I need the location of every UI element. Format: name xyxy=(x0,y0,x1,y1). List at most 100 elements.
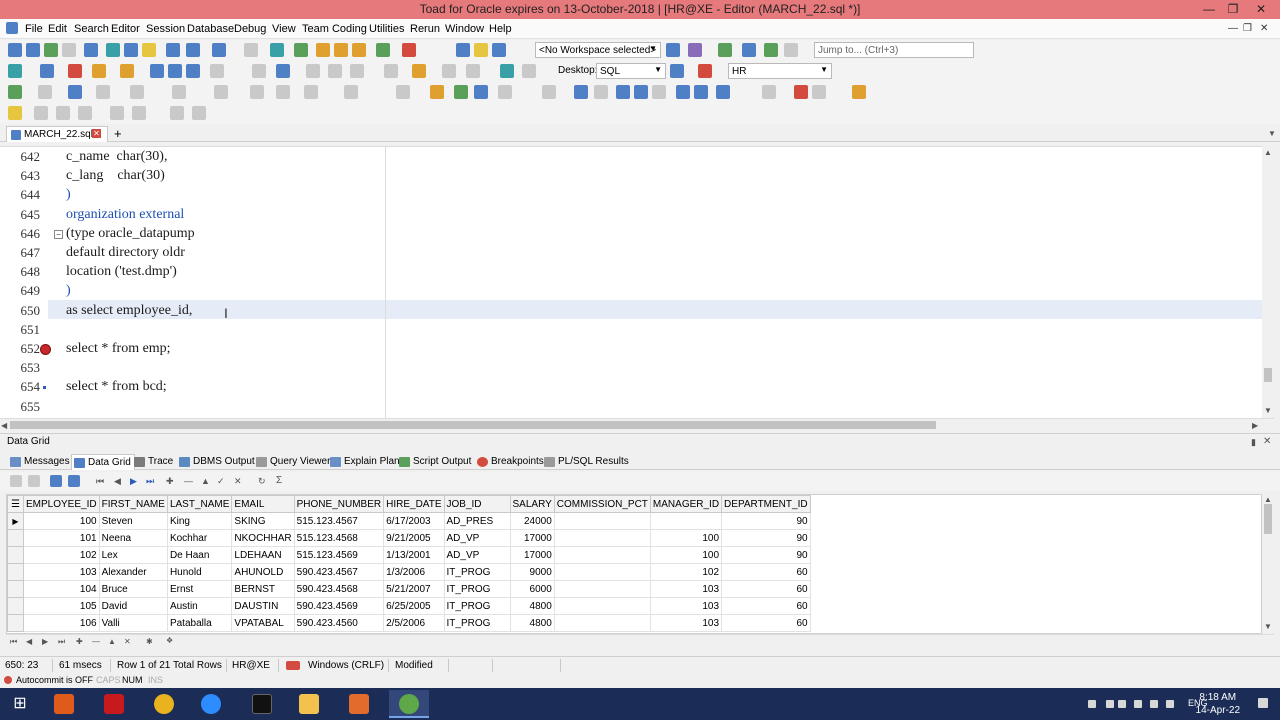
execute-script-icon[interactable] xyxy=(68,85,82,99)
menu-utilities[interactable]: Utilities xyxy=(369,23,404,35)
schema-browser-icon[interactable] xyxy=(26,43,40,57)
task-chrome[interactable] xyxy=(144,690,184,718)
report-icon[interactable] xyxy=(212,43,226,57)
cell[interactable] xyxy=(553,563,651,581)
tray-3-icon[interactable] xyxy=(1134,700,1142,708)
column-header[interactable]: SALARY xyxy=(509,495,555,513)
mdi-close-icon[interactable]: ✕ xyxy=(1260,23,1268,34)
task-explorer[interactable] xyxy=(289,690,329,718)
cell[interactable] xyxy=(553,546,651,564)
menu-team-coding[interactable]: Team Coding xyxy=(302,23,367,35)
minimize-icon[interactable]: — xyxy=(1197,0,1221,19)
task-xiaomi[interactable] xyxy=(44,690,84,718)
cell[interactable]: Hunold xyxy=(166,563,233,581)
editor-horizontal-scrollbar[interactable]: ◀ ▶ xyxy=(0,418,1274,431)
cell[interactable]: Ernst xyxy=(166,580,233,598)
debug-run-icon[interactable] xyxy=(130,85,144,99)
execute-step-icon[interactable] xyxy=(38,85,52,99)
menu-search[interactable]: Search xyxy=(74,23,109,35)
disabled-tool-5-icon[interactable] xyxy=(132,106,146,120)
cell[interactable]: 9/21/2005 xyxy=(383,529,445,547)
run-icon[interactable] xyxy=(294,43,308,57)
menu-file[interactable]: File xyxy=(25,23,43,35)
table-row[interactable]: ▶ 100 Steven King SKING 515.123.4567 6/1… xyxy=(7,512,811,530)
replace-icon[interactable] xyxy=(522,64,536,78)
lower-case-icon[interactable] xyxy=(634,85,648,99)
delete-record-icon[interactable]: — xyxy=(184,476,193,486)
tab-breakpoints[interactable]: Breakpoints xyxy=(475,454,547,470)
desktop-save-icon[interactable] xyxy=(670,64,684,78)
scroll-left-icon[interactable]: ◀ xyxy=(1,421,7,430)
list-icon[interactable] xyxy=(40,64,54,78)
save-as-icon[interactable] xyxy=(168,64,182,78)
nav-filter-icon[interactable]: ❖ xyxy=(166,636,173,645)
next-record-icon[interactable]: ▶ xyxy=(130,476,137,487)
column-header[interactable]: MANAGER_ID xyxy=(649,495,723,513)
last-record-icon[interactable]: ⏭ xyxy=(146,476,154,487)
workspace-icon[interactable] xyxy=(666,43,680,57)
cell[interactable]: IT_PROG xyxy=(443,563,511,581)
cell[interactable]: 60 xyxy=(721,580,811,598)
clock[interactable]: 8:18 AM 14-Apr-22 xyxy=(1196,691,1240,717)
grid-vertical-scrollbar[interactable]: ▲ ▼ xyxy=(1262,494,1274,634)
cell[interactable]: LDEHAAN xyxy=(231,546,295,564)
menu-edit[interactable]: Edit xyxy=(48,23,67,35)
print-preview-icon[interactable] xyxy=(210,64,224,78)
menu-database[interactable]: Database xyxy=(187,23,234,35)
grid-tool-1-icon[interactable] xyxy=(10,475,22,487)
task-acrobat[interactable] xyxy=(94,690,134,718)
autocommit-status[interactable]: Autocommit is OFF xyxy=(16,675,93,685)
cell[interactable]: 9000 xyxy=(509,563,555,581)
menu-view[interactable]: View xyxy=(272,23,296,35)
watch-icon[interactable] xyxy=(304,85,318,99)
new-editor-icon[interactable] xyxy=(8,43,22,57)
print-icon[interactable] xyxy=(252,64,266,78)
cell[interactable]: 590.423.4569 xyxy=(293,597,385,615)
tab-script-output[interactable]: Script Output xyxy=(397,454,474,470)
nav-next-icon[interactable]: ▶ xyxy=(42,637,48,646)
highlight-icon[interactable] xyxy=(412,64,426,78)
cancel-record-icon[interactable]: ✕ xyxy=(234,476,242,487)
uncomment-block-icon[interactable] xyxy=(694,85,708,99)
cell[interactable] xyxy=(649,512,723,530)
tab-trace[interactable]: Trace xyxy=(132,454,176,470)
desktop-select[interactable]: SQL ▼ xyxy=(596,63,666,79)
tray-chevron-icon[interactable] xyxy=(1088,700,1096,708)
disabled-tool-4-icon[interactable] xyxy=(110,106,124,120)
cell[interactable]: 590.423.4567 xyxy=(293,563,385,581)
disabled-tool-3-icon[interactable] xyxy=(78,106,92,120)
cell[interactable]: 17000 xyxy=(509,529,555,547)
format-code-icon[interactable] xyxy=(498,85,512,99)
menu-editor[interactable]: Editor xyxy=(111,23,140,35)
table-row[interactable]: 105 David Austin DAUSTIN 590.423.4569 6/… xyxy=(7,597,811,615)
bookmark-icon[interactable] xyxy=(430,85,444,99)
grid-tool-2-icon[interactable] xyxy=(28,475,40,487)
disabled-tool-7-icon[interactable] xyxy=(192,106,206,120)
cell[interactable]: 1/13/2001 xyxy=(383,546,445,564)
refresh-icon[interactable] xyxy=(270,43,284,57)
upper-case-icon[interactable] xyxy=(616,85,630,99)
jump-to-input[interactable]: Jump to... (Ctrl+3) xyxy=(814,42,974,58)
comment-icon[interactable] xyxy=(396,85,410,99)
play-macro-icon[interactable] xyxy=(812,85,826,99)
cell[interactable]: 590.423.4568 xyxy=(293,580,385,598)
cell[interactable]: Austin xyxy=(166,597,233,615)
cell[interactable]: AD_PRES xyxy=(443,512,511,530)
cell[interactable] xyxy=(553,614,651,632)
halt-icon[interactable] xyxy=(276,85,290,99)
scroll-up-icon[interactable]: ▲ xyxy=(1264,148,1272,157)
mdi-restore-icon[interactable]: ❐ xyxy=(1243,23,1252,34)
cell[interactable]: 1/3/2006 xyxy=(383,563,445,581)
menu-session[interactable]: Session xyxy=(146,23,185,35)
cell[interactable]: 103 xyxy=(649,580,723,598)
code-insight-icon[interactable] xyxy=(852,85,866,99)
workspace-select[interactable]: <No Workspace selected> ▼ xyxy=(535,42,661,58)
forward-icon[interactable] xyxy=(466,64,480,78)
wifi-icon[interactable] xyxy=(1150,700,1158,708)
menu-debug[interactable]: Debug xyxy=(234,23,266,35)
cell[interactable]: AD_VP xyxy=(443,546,511,564)
redo-icon[interactable] xyxy=(594,85,608,99)
cell[interactable]: VPATABAL xyxy=(231,614,295,632)
scroll-up-icon[interactable]: ▲ xyxy=(1264,495,1272,504)
open-folder-icon[interactable] xyxy=(92,64,106,78)
